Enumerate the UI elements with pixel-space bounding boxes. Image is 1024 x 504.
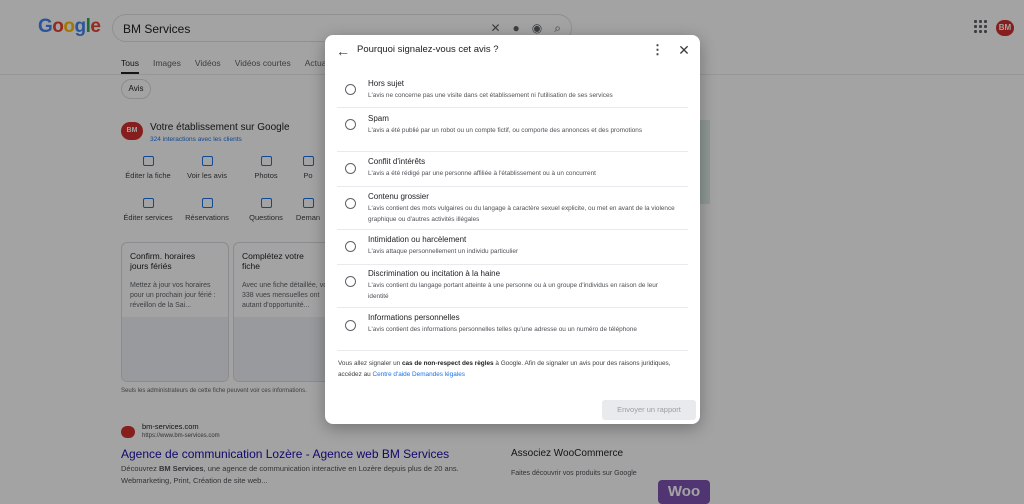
- option-divider: [337, 151, 688, 152]
- back-arrow-icon[interactable]: ←: [335, 43, 351, 59]
- option-conflict-of-interest[interactable]: Conflit d'intérêts L'avis a été rédigé p…: [337, 157, 688, 191]
- option-divider: [337, 107, 688, 108]
- option-harassment[interactable]: Intimidation ou harcèlement L'avis attaq…: [337, 235, 688, 269]
- radio-button[interactable]: [345, 276, 356, 287]
- more-options-icon[interactable]: ⋮: [651, 42, 664, 58]
- option-off-topic[interactable]: Hors sujet L'avis ne concerne pas une vi…: [337, 79, 688, 113]
- option-divider: [337, 186, 688, 187]
- option-divider: [337, 264, 688, 265]
- radio-button[interactable]: [345, 241, 356, 252]
- radio-button[interactable]: [345, 320, 356, 331]
- submit-report-button[interactable]: Envoyer un rapport: [602, 400, 696, 420]
- legal-help-link[interactable]: Centre d'aide Demandes légales: [372, 371, 465, 378]
- report-review-dialog: ← Pourquoi signalez-vous cet avis ? ⋮ ✕ …: [325, 35, 700, 424]
- option-spam[interactable]: Spam L'avis a été publié par un robot ou…: [337, 114, 688, 157]
- option-divider: [337, 350, 688, 351]
- option-personal-info[interactable]: Informations personnelles L'avis contien…: [337, 313, 688, 356]
- radio-button[interactable]: [345, 198, 356, 209]
- radio-button[interactable]: [345, 84, 356, 95]
- radio-button[interactable]: [345, 163, 356, 174]
- close-icon[interactable]: ✕: [676, 42, 692, 58]
- option-hate-speech[interactable]: Discrimination ou incitation à la haine …: [337, 269, 688, 312]
- dialog-title: Pourquoi signalez-vous cet avis ?: [357, 44, 499, 55]
- policy-footnote: Vous allez signaler un cas de non-respec…: [338, 360, 671, 378]
- radio-button[interactable]: [345, 119, 356, 130]
- option-divider: [337, 307, 688, 308]
- option-divider: [337, 229, 688, 230]
- option-profanity[interactable]: Contenu grossier L'avis contient des mot…: [337, 192, 688, 235]
